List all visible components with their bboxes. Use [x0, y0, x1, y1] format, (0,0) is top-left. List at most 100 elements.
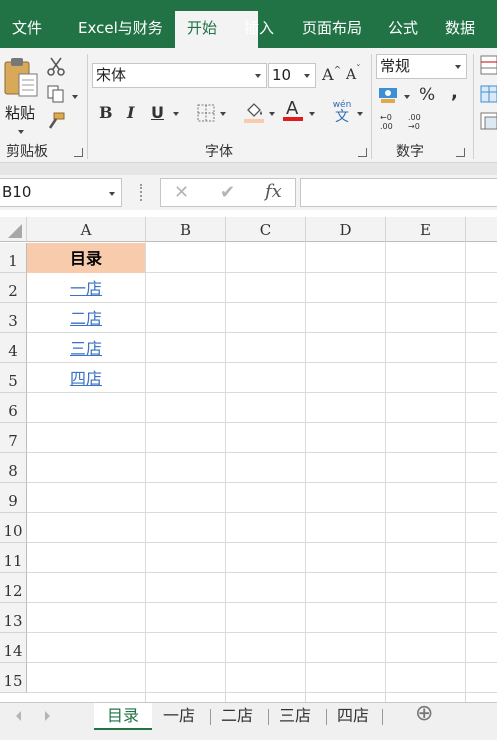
- font-color-button[interactable]: A: [283, 98, 305, 124]
- row-header-9[interactable]: 9: [0, 483, 27, 513]
- phonetic-dropdown-icon[interactable]: [357, 112, 363, 116]
- copy-icon[interactable]: [46, 84, 66, 104]
- font-color-glyph: A: [286, 98, 299, 119]
- copy-dropdown-icon[interactable]: [72, 95, 78, 99]
- italic-button[interactable]: I: [127, 103, 134, 122]
- row-header-13[interactable]: 13: [0, 603, 27, 633]
- name-box[interactable]: B10: [0, 178, 122, 207]
- row-header-10[interactable]: 10: [0, 513, 27, 543]
- row-header-8[interactable]: 8: [0, 453, 27, 483]
- bold-button[interactable]: B: [99, 103, 113, 122]
- fill-color-dropdown-icon[interactable]: [269, 112, 275, 116]
- enter-icon[interactable]: ✔: [220, 182, 235, 203]
- sheet-tab-store-4[interactable]: 四店: [337, 703, 369, 730]
- underline-button[interactable]: U: [151, 103, 164, 122]
- format-painter-icon[interactable]: [46, 112, 66, 132]
- comma-button[interactable]: ,: [451, 82, 458, 103]
- tab-formulas[interactable]: 公式: [388, 0, 418, 48]
- row-header-5[interactable]: 5: [0, 363, 27, 393]
- tab-file[interactable]: 文件: [12, 0, 42, 48]
- font-name-value: 宋体: [96, 66, 127, 84]
- fill-color-icon[interactable]: [244, 100, 266, 124]
- scroll-left-icon[interactable]: [16, 711, 21, 721]
- percent-button[interactable]: %: [419, 85, 435, 105]
- sheet-tab-catalog[interactable]: 目录: [94, 703, 152, 730]
- paste-button[interactable]: 粘贴: [3, 54, 41, 140]
- tab-excel-finance[interactable]: Excel与财务: [78, 0, 163, 48]
- column-header-e[interactable]: E: [386, 217, 466, 242]
- sheet-tab-store-3[interactable]: 三店: [279, 703, 311, 730]
- underline-dropdown-icon[interactable]: [173, 112, 179, 116]
- grow-font-button[interactable]: A^: [322, 65, 341, 84]
- gridline: [27, 662, 497, 663]
- add-sheet-icon[interactable]: ⊕: [415, 701, 433, 728]
- borders-dropdown-icon[interactable]: [220, 112, 226, 116]
- font-name-dropdown-icon: [255, 74, 261, 78]
- row-header-11[interactable]: 11: [0, 543, 27, 573]
- cell-a2-link[interactable]: 一店: [27, 273, 145, 303]
- phonetic-button[interactable]: wén 文: [332, 100, 352, 126]
- number-format-combo[interactable]: 常规: [376, 54, 467, 79]
- cut-icon[interactable]: [46, 57, 66, 77]
- gridline: [27, 602, 497, 603]
- cell-styles-icon[interactable]: [480, 112, 497, 132]
- row-header-4[interactable]: 4: [0, 333, 27, 363]
- shrink-font-button[interactable]: Aˇ: [346, 65, 361, 83]
- scroll-right-icon[interactable]: [45, 711, 50, 721]
- name-box-value: B10: [2, 183, 32, 201]
- cell-a3-link[interactable]: 二店: [27, 303, 145, 333]
- select-all-icon: [8, 224, 22, 238]
- gridline: [27, 572, 497, 573]
- row-header-7[interactable]: 7: [0, 423, 27, 453]
- gridline: [385, 242, 386, 702]
- name-box-dropdown-icon: [109, 192, 115, 196]
- column-header-c[interactable]: C: [226, 217, 306, 242]
- tab-insert[interactable]: 插入: [244, 0, 274, 48]
- cell-a5-link[interactable]: 四店: [27, 363, 145, 393]
- row-header-3[interactable]: 3: [0, 303, 27, 333]
- divider: [268, 709, 269, 725]
- gridline: [27, 452, 497, 453]
- font-name-combo[interactable]: 宋体: [92, 63, 267, 88]
- row-header-15[interactable]: 15: [0, 663, 27, 693]
- cell-a1[interactable]: 目录: [27, 243, 145, 273]
- tab-data[interactable]: 数据: [445, 0, 475, 48]
- clipboard-launcher-icon[interactable]: [74, 148, 83, 157]
- increase-decimal-button[interactable]: ←0 .00: [380, 113, 402, 131]
- font-launcher-icon[interactable]: [358, 148, 367, 157]
- sheet-tab-store-2[interactable]: 二店: [221, 703, 253, 730]
- row-header-6[interactable]: 6: [0, 393, 27, 423]
- decrease-decimal-button[interactable]: .00 →0: [408, 113, 430, 131]
- font-size-combo[interactable]: 10: [268, 63, 316, 88]
- format-as-table-icon[interactable]: [480, 85, 497, 105]
- row-header-1[interactable]: 1: [0, 243, 27, 273]
- divider: [382, 709, 383, 725]
- number-format-value: 常规: [380, 57, 411, 75]
- ribbon: 粘贴 剪贴板 宋体 10 A^ Aˇ B I U A wén 文 字体 常规 %…: [0, 48, 497, 163]
- column-header-f[interactable]: [466, 217, 497, 242]
- accounting-dropdown-icon[interactable]: [404, 95, 410, 99]
- sheet-tab-store-1[interactable]: 一店: [163, 703, 195, 730]
- formula-buttons: ✕ ✔ fx: [160, 178, 296, 207]
- number-launcher-icon[interactable]: [456, 148, 465, 157]
- row-header-12[interactable]: 12: [0, 573, 27, 603]
- column-header-d[interactable]: D: [306, 217, 386, 242]
- font-size-dropdown-icon: [304, 74, 310, 78]
- column-header-b[interactable]: B: [146, 217, 226, 242]
- cancel-icon[interactable]: ✕: [174, 182, 189, 203]
- paste-icon: [4, 58, 38, 97]
- row-header-14[interactable]: 14: [0, 633, 27, 663]
- gridline: [145, 242, 146, 702]
- formula-input[interactable]: [300, 178, 497, 207]
- accounting-format-icon[interactable]: [378, 85, 400, 105]
- font-color-dropdown-icon[interactable]: [309, 112, 315, 116]
- insert-function-icon[interactable]: fx: [265, 181, 282, 202]
- column-header-a[interactable]: A: [27, 217, 146, 242]
- ribbon-spacer: [0, 163, 497, 175]
- conditional-format-icon[interactable]: [480, 55, 497, 75]
- select-all-corner[interactable]: [0, 217, 27, 242]
- row-header-2[interactable]: 2: [0, 273, 27, 303]
- tab-page-layout[interactable]: 页面布局: [302, 0, 362, 48]
- borders-icon[interactable]: [197, 104, 215, 122]
- cell-a4-link[interactable]: 三店: [27, 333, 145, 363]
